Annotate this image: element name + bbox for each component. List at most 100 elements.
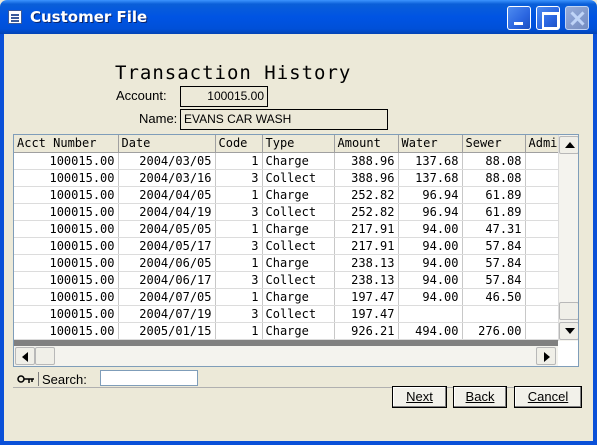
table-cell[interactable]: Charge <box>262 322 335 340</box>
table-cell[interactable]: Charge <box>262 186 335 204</box>
title-bar[interactable]: Customer File <box>0 0 597 34</box>
table-cell[interactable] <box>398 305 463 323</box>
table-cell[interactable]: 388.96 <box>334 152 399 170</box>
table-cell[interactable]: 100015.00 <box>14 322 119 340</box>
column-header[interactable]: Sewer <box>462 135 526 153</box>
table-cell[interactable] <box>525 322 562 340</box>
table-cell[interactable]: 252.82 <box>334 186 399 204</box>
table-cell[interactable] <box>525 305 562 323</box>
table-cell[interactable]: 2004/07/19 <box>118 305 216 323</box>
table-cell[interactable]: 100015.00 <box>14 152 119 170</box>
table-cell[interactable] <box>525 203 562 221</box>
table-cell[interactable]: 100015.00 <box>14 254 119 272</box>
table-row[interactable]: 100015.00 2004/06/05 1 Charge 238.13 94.00 57.… <box>14 254 562 272</box>
table-cell[interactable]: Charge <box>262 288 335 306</box>
table-cell[interactable]: 197.47 <box>334 288 399 306</box>
table-cell[interactable]: 137.68 <box>398 169 463 187</box>
vertical-scrollbar[interactable] <box>558 135 578 341</box>
table-row[interactable]: 100015.00 2004/07/19 3 Collect 197.47 <box>14 305 562 323</box>
table-cell[interactable]: 46.50 <box>462 288 526 306</box>
column-header[interactable]: Code <box>215 135 263 153</box>
table-cell[interactable]: 2004/03/05 <box>118 152 216 170</box>
table-cell[interactable] <box>525 169 562 187</box>
table-cell[interactable]: Collect <box>262 305 335 323</box>
column-header[interactable]: Admi <box>525 135 562 153</box>
horizontal-scroll-thumb[interactable] <box>35 347 55 365</box>
scroll-up-button[interactable] <box>559 136 578 154</box>
table-cell[interactable]: Collect <box>262 237 335 255</box>
transaction-grid[interactable]: Acct Number Date Code Type Amount Water … <box>13 134 579 367</box>
table-cell[interactable]: 94.00 <box>398 288 463 306</box>
scroll-down-button[interactable] <box>559 322 578 340</box>
table-cell[interactable]: 3 <box>215 169 263 187</box>
table-cell[interactable]: 388.96 <box>334 169 399 187</box>
table-cell[interactable]: 94.00 <box>398 254 463 272</box>
table-row[interactable]: 100015.00 2004/05/17 3 Collect 217.91 94.00 57… <box>14 237 562 255</box>
column-header[interactable]: Amount <box>334 135 399 153</box>
table-cell[interactable]: 94.00 <box>398 220 463 238</box>
table-cell[interactable]: 2004/05/17 <box>118 237 216 255</box>
table-cell[interactable]: 1 <box>215 186 263 204</box>
table-row[interactable]: 100015.00 2005/01/15 1 Charge 926.21 494.00 27… <box>14 322 562 340</box>
cancel-button[interactable]: Cancel <box>514 386 582 408</box>
table-cell[interactable]: 57.84 <box>462 254 526 272</box>
column-header[interactable]: Type <box>262 135 335 153</box>
table-cell[interactable]: 2004/06/05 <box>118 254 216 272</box>
table-cell[interactable]: 100015.00 <box>14 186 119 204</box>
table-cell[interactable]: 61.89 <box>462 203 526 221</box>
table-row[interactable]: 100015.00 2004/03/16 3 Collect 388.96 137.68 8… <box>14 169 562 187</box>
table-cell[interactable]: 100015.00 <box>14 271 119 289</box>
table-cell[interactable]: 3 <box>215 305 263 323</box>
table-cell[interactable]: Charge <box>262 220 335 238</box>
table-cell[interactable]: 1 <box>215 254 263 272</box>
back-button[interactable]: Back <box>453 386 507 408</box>
minimize-button[interactable] <box>507 6 531 30</box>
table-cell[interactable]: 2004/06/17 <box>118 271 216 289</box>
table-cell[interactable] <box>525 271 562 289</box>
table-cell[interactable]: 217.91 <box>334 220 399 238</box>
search-input[interactable] <box>100 370 198 386</box>
table-row[interactable]: 100015.00 2004/03/05 1 Charge 388.96 137.68 88… <box>14 152 562 170</box>
maximize-button[interactable] <box>536 6 560 30</box>
table-cell[interactable] <box>525 152 562 170</box>
table-cell[interactable]: 1 <box>215 152 263 170</box>
table-cell[interactable]: 926.21 <box>334 322 399 340</box>
table-cell[interactable]: Charge <box>262 152 335 170</box>
table-cell[interactable]: 238.13 <box>334 271 399 289</box>
scroll-right-button[interactable] <box>536 347 556 365</box>
table-cell[interactable] <box>525 254 562 272</box>
table-cell[interactable]: 494.00 <box>398 322 463 340</box>
table-cell[interactable]: 2004/03/16 <box>118 169 216 187</box>
horizontal-scrollbar[interactable] <box>14 345 558 366</box>
table-cell[interactable]: 137.68 <box>398 152 463 170</box>
table-cell[interactable]: Collect <box>262 271 335 289</box>
table-cell[interactable]: 61.89 <box>462 186 526 204</box>
table-row[interactable]: 100015.00 2004/04/19 3 Collect 252.82 96.94 61… <box>14 203 562 221</box>
table-cell[interactable]: 2004/07/05 <box>118 288 216 306</box>
table-cell[interactable] <box>525 288 562 306</box>
table-cell[interactable]: 94.00 <box>398 271 463 289</box>
table-cell[interactable]: 100015.00 <box>14 220 119 238</box>
table-cell[interactable] <box>462 305 526 323</box>
table-cell[interactable]: 57.84 <box>462 271 526 289</box>
scroll-left-button[interactable] <box>15 347 35 365</box>
table-cell[interactable]: 1 <box>215 220 263 238</box>
table-cell[interactable]: 1 <box>215 288 263 306</box>
table-cell[interactable]: 100015.00 <box>14 288 119 306</box>
table-cell[interactable]: 57.84 <box>462 237 526 255</box>
table-row[interactable]: 100015.00 2004/04/05 1 Charge 252.82 96.94 61.… <box>14 186 562 204</box>
table-cell[interactable]: 88.08 <box>462 152 526 170</box>
table-cell[interactable]: 2004/05/05 <box>118 220 216 238</box>
table-cell[interactable]: 47.31 <box>462 220 526 238</box>
column-header[interactable]: Acct Number <box>14 135 119 153</box>
next-button[interactable]: Next <box>392 386 447 408</box>
table-cell[interactable]: 100015.00 <box>14 169 119 187</box>
table-cell[interactable]: 100015.00 <box>14 237 119 255</box>
table-cell[interactable]: 96.94 <box>398 203 463 221</box>
table-cell[interactable]: 3 <box>215 203 263 221</box>
table-cell[interactable]: 3 <box>215 271 263 289</box>
table-cell[interactable]: Charge <box>262 254 335 272</box>
table-cell[interactable]: 197.47 <box>334 305 399 323</box>
table-cell[interactable]: 252.82 <box>334 203 399 221</box>
table-cell[interactable]: 276.00 <box>462 322 526 340</box>
